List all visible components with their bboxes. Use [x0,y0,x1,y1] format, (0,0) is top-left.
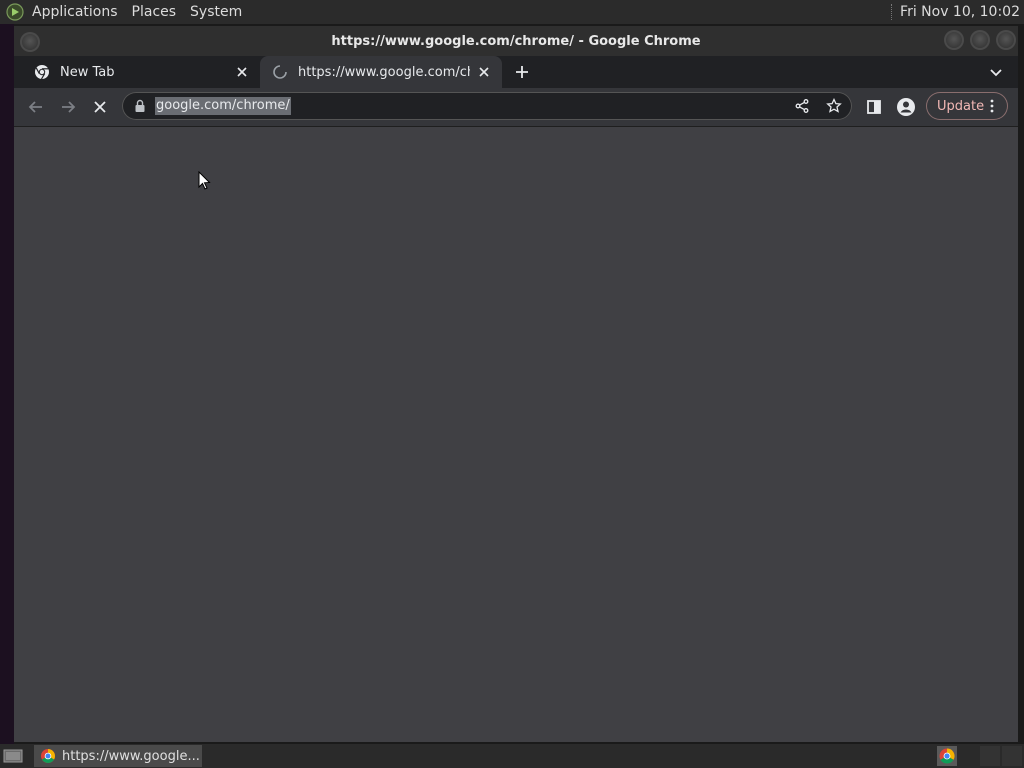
chrome-window: https://www.google.com/chrome/ - Google … [14,26,1018,742]
workspace-switcher-3[interactable] [1002,746,1022,766]
share-icon[interactable] [794,98,810,114]
bottom-taskbar: https://www.google... [0,744,1024,768]
bookmark-star-icon[interactable] [826,98,842,114]
page-content[interactable] [14,127,1018,742]
chrome-icon [35,65,49,80]
close-icon[interactable] [234,64,250,80]
profile-avatar-icon[interactable] [896,97,916,117]
chrome-icon [41,749,55,763]
close-icon[interactable] [476,64,492,80]
tab-search-chevron-icon[interactable] [988,64,1004,80]
top-panel: Applications Places System Fri Nov 10, 1… [0,0,1024,24]
side-panel-icon[interactable] [864,97,884,117]
maximize-button[interactable] [970,30,990,50]
minimize-button[interactable] [944,30,964,50]
desktop-background [0,24,14,744]
stop-loading-icon[interactable] [90,97,110,117]
taskbar-chrome-window[interactable]: https://www.google... [34,745,202,767]
panel-separator [891,4,894,20]
tab-title: https://www.google.com/chrome/ [298,64,470,80]
tab-strip: New Tab https://www.google.com/chrome/ [14,56,1018,88]
workspace-switcher-2[interactable] [980,746,1000,766]
tab-active[interactable]: https://www.google.com/chrome/ [260,56,502,88]
window-titlebar[interactable]: https://www.google.com/chrome/ - Google … [14,26,1018,56]
close-window-button[interactable] [996,30,1016,50]
forward-arrow-icon[interactable] [58,97,78,117]
back-arrow-icon[interactable] [26,97,46,117]
update-label: Update [937,98,985,114]
update-button[interactable]: Update [926,92,1008,120]
lock-icon[interactable] [133,99,147,113]
tab-new-tab[interactable]: New Tab [22,56,260,88]
address-bar[interactable]: google.com/chrome/ [122,92,852,120]
workspace-chrome-icon[interactable] [937,746,957,766]
clock[interactable]: Fri Nov 10, 10:02 [900,4,1020,20]
tab-title: New Tab [60,64,115,80]
url-text[interactable]: google.com/chrome/ [155,97,291,115]
taskbar-chrome-label: https://www.google... [62,748,200,764]
distro-logo-icon[interactable] [6,3,24,21]
new-tab-plus-icon[interactable] [512,62,532,82]
mouse-cursor-icon [198,171,211,190]
applications-menu[interactable]: Applications [32,4,118,20]
loading-spinner-icon [273,65,287,79]
window-title: https://www.google.com/chrome/ - Google … [331,33,701,49]
more-vert-icon[interactable] [984,98,1000,114]
window-menu-button[interactable] [20,32,40,52]
browser-toolbar: google.com/chrome/ Update [14,88,1018,127]
show-desktop-icon[interactable] [2,747,24,765]
places-menu[interactable]: Places [132,4,177,20]
system-menu[interactable]: System [190,4,242,20]
